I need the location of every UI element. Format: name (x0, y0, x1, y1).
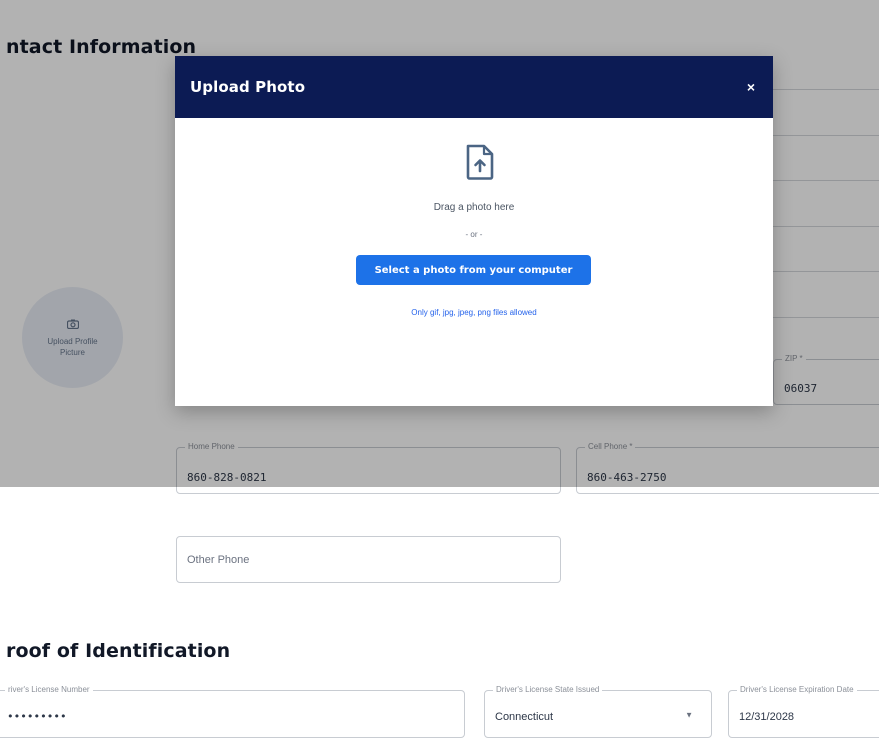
chevron-down-icon: ▼ (685, 710, 693, 720)
close-icon[interactable]: × (747, 80, 755, 94)
other-phone-placeholder: Other Phone (187, 553, 250, 566)
proof-section-title: roof of Identification (6, 640, 231, 662)
modal-title: Upload Photo (190, 78, 306, 96)
license-state-value: Connecticut (495, 711, 554, 723)
or-divider-text: - or - (465, 230, 483, 239)
page: ntact Information Upload Profile Picture… (0, 0, 879, 738)
other-phone-field[interactable]: Other Phone (176, 536, 561, 583)
select-photo-button[interactable]: Select a photo from your computer (356, 255, 591, 285)
license-number-label: river's License Number (5, 685, 93, 695)
license-number-field[interactable]: river's License Number ••••••••• (0, 685, 465, 738)
file-upload-icon (466, 144, 494, 180)
allowed-files-hint: Only gif, jpg, jpeg, png files allowed (411, 308, 537, 317)
modal-header: Upload Photo × (175, 56, 773, 118)
license-expiration-field[interactable]: Driver's License Expiration Date 12/31/2… (728, 685, 879, 738)
license-expiration-value: 12/31/2028 (739, 711, 795, 723)
upload-photo-modal: Upload Photo × Drag a photo here - or - … (175, 56, 773, 406)
license-state-select[interactable]: Driver's License State Issued Connecticu… (484, 685, 712, 738)
license-number-value: ••••••••• (7, 710, 67, 723)
modal-body: Drag a photo here - or - Select a photo … (175, 118, 773, 406)
license-expiration-label: Driver's License Expiration Date (737, 685, 857, 695)
drag-photo-text: Drag a photo here (433, 202, 515, 213)
license-state-label: Driver's License State Issued (493, 685, 603, 695)
